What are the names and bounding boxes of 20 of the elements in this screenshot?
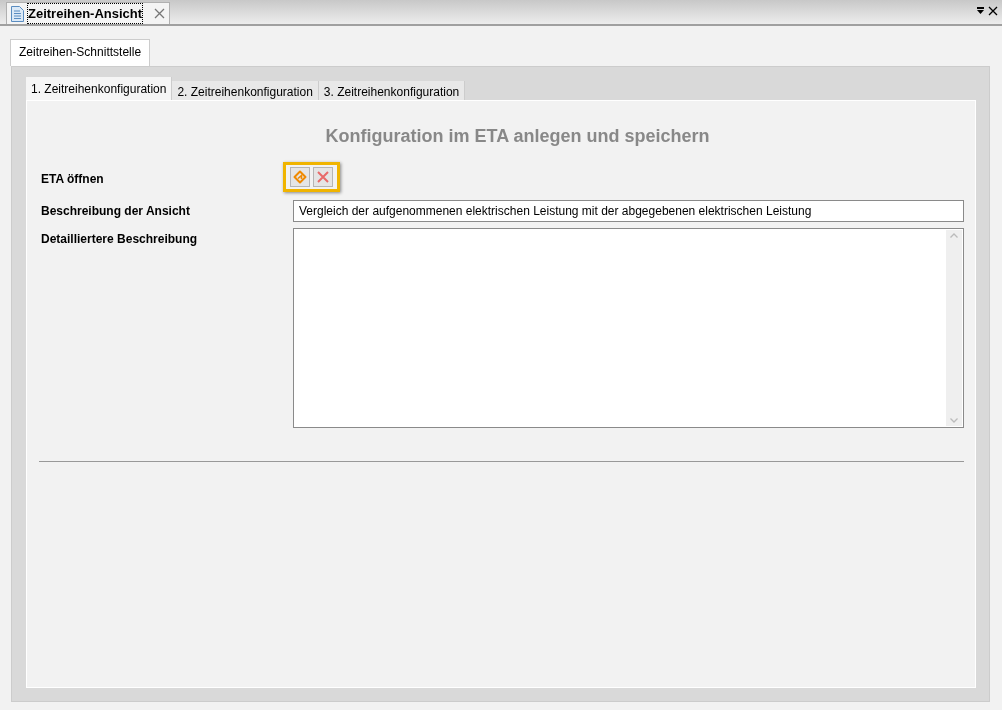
tab[interactable]: 1. Zeitreihenkonfiguration <box>26 77 173 100</box>
document-tab[interactable]: Zeitreihen-Ansicht <box>6 2 171 24</box>
field-label: ETA öffnen <box>41 171 105 188</box>
tab[interactable]: 3. Zeitreihenkonfiguration <box>318 81 466 100</box>
text-area[interactable] <box>293 228 964 428</box>
field-label: Detailliertere Beschreibung <box>41 231 199 248</box>
close-icon[interactable] <box>988 6 998 16</box>
scroll-up-icon[interactable] <box>950 233 958 238</box>
text-field[interactable]: Vergleich der aufgenommenen elektrischen Leistung mit der abgegebenen elektrischen Leistung <box>293 200 964 222</box>
tab[interactable]: Zeitreihen-Schnittstelle <box>10 39 151 66</box>
heading: Konfiguration im ETA anlegen und speichern <box>324 125 711 148</box>
scrollbar[interactable] <box>946 230 962 426</box>
dropdown-icon[interactable] <box>976 6 985 16</box>
document-icon <box>11 5 24 22</box>
open-button[interactable] <box>290 167 310 187</box>
scroll-down-icon[interactable] <box>950 418 958 423</box>
tab[interactable]: 2. Zeitreihenkonfiguration <box>172 81 319 100</box>
field-label: Beschreibung der Ansicht <box>41 203 191 220</box>
delete-button[interactable] <box>313 167 333 187</box>
tab-title: Zeitreihen-Ansicht <box>28 3 143 24</box>
